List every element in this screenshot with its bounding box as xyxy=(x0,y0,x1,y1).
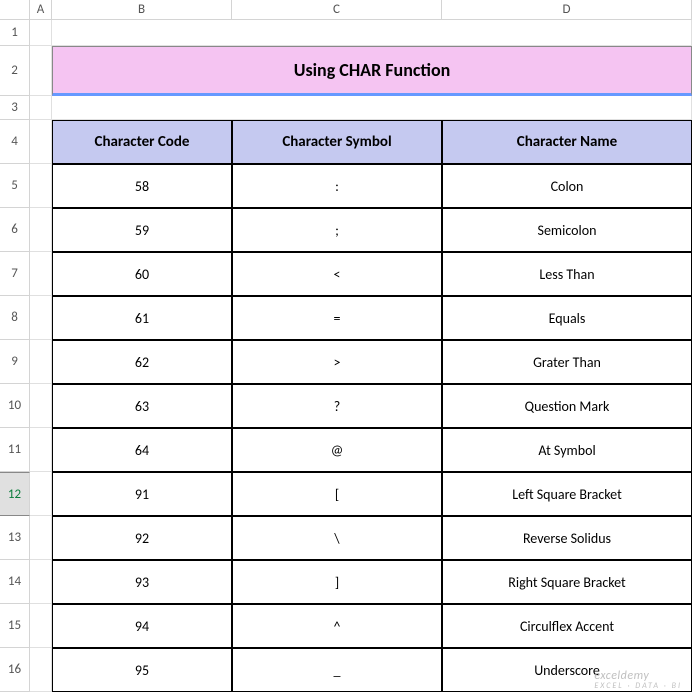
row-header-13[interactable]: 13 xyxy=(0,516,30,560)
row-header-12[interactable]: 12 xyxy=(0,472,30,516)
cell-symbol[interactable]: < xyxy=(232,252,442,296)
cell-a9[interactable] xyxy=(30,340,52,384)
row-header-7[interactable]: 7 xyxy=(0,252,30,296)
cell-a13[interactable] xyxy=(30,516,52,560)
cell-code[interactable]: 91 xyxy=(52,472,232,516)
cell-name[interactable]: Reverse Solidus xyxy=(442,516,692,560)
row-header-16[interactable]: 16 xyxy=(0,648,30,692)
row-header-15[interactable]: 15 xyxy=(0,604,30,648)
row-header-6[interactable]: 6 xyxy=(0,208,30,252)
cell-a11[interactable] xyxy=(30,428,52,472)
cell-code[interactable]: 63 xyxy=(52,384,232,428)
cell-symbol[interactable]: ^ xyxy=(232,604,442,648)
row-header-11[interactable]: 11 xyxy=(0,428,30,472)
row-header-14[interactable]: 14 xyxy=(0,560,30,604)
cell-name[interactable]: Underscore xyxy=(442,648,692,692)
cell-code[interactable]: 95 xyxy=(52,648,232,692)
col-header-c[interactable]: C xyxy=(232,0,442,20)
row-header-3[interactable]: 3 xyxy=(0,96,30,120)
cell-symbol[interactable]: ? xyxy=(232,384,442,428)
cell-name[interactable]: Grater Than xyxy=(442,340,692,384)
cell-name[interactable]: Right Square Bracket xyxy=(442,560,692,604)
cell-name[interactable]: Question Mark xyxy=(442,384,692,428)
cell-code[interactable]: 92 xyxy=(52,516,232,560)
cell-symbol[interactable]: @ xyxy=(232,428,442,472)
cell-name[interactable]: Left Square Bracket xyxy=(442,472,692,516)
cell-row3[interactable] xyxy=(52,96,692,120)
cell-a6[interactable] xyxy=(30,208,52,252)
row-header-2[interactable]: 2 xyxy=(0,46,30,96)
header-symbol[interactable]: Character Symbol xyxy=(232,120,442,164)
cell-symbol[interactable]: > xyxy=(232,340,442,384)
cell-symbol[interactable]: [ xyxy=(232,472,442,516)
cell-symbol[interactable]: : xyxy=(232,164,442,208)
row-header-4[interactable]: 4 xyxy=(0,120,30,164)
cell-a15[interactable] xyxy=(30,604,52,648)
cell-code[interactable]: 58 xyxy=(52,164,232,208)
col-header-b[interactable]: B xyxy=(52,0,232,20)
cell-symbol[interactable]: ] xyxy=(232,560,442,604)
cell-a4[interactable] xyxy=(30,120,52,164)
cell-code[interactable]: 59 xyxy=(52,208,232,252)
cell-name[interactable]: Semicolon xyxy=(442,208,692,252)
col-header-d[interactable]: D xyxy=(442,0,692,20)
cell-symbol[interactable]: \ xyxy=(232,516,442,560)
cell-a3[interactable] xyxy=(30,96,52,120)
cell-code[interactable]: 61 xyxy=(52,296,232,340)
cell-symbol[interactable]: = xyxy=(232,296,442,340)
select-all-corner[interactable] xyxy=(0,0,30,20)
header-name[interactable]: Character Name xyxy=(442,120,692,164)
header-code[interactable]: Character Code xyxy=(52,120,232,164)
title-cell[interactable]: Using CHAR Function xyxy=(52,46,692,96)
cell-symbol[interactable]: ; xyxy=(232,208,442,252)
cell-name[interactable]: Less Than xyxy=(442,252,692,296)
cell-a12[interactable] xyxy=(30,472,52,516)
row-header-1[interactable]: 1 xyxy=(0,20,30,46)
row-header-9[interactable]: 9 xyxy=(0,340,30,384)
cell-a8[interactable] xyxy=(30,296,52,340)
row-header-8[interactable]: 8 xyxy=(0,296,30,340)
col-header-a[interactable]: A xyxy=(30,0,52,20)
cell-a7[interactable] xyxy=(30,252,52,296)
cell-a5[interactable] xyxy=(30,164,52,208)
spreadsheet-grid: A B C D 1 2 Using CHAR Function 3 4 Char… xyxy=(0,0,692,692)
cell-name[interactable]: At Symbol xyxy=(442,428,692,472)
cell-symbol[interactable]: _ xyxy=(232,648,442,692)
cell-a14[interactable] xyxy=(30,560,52,604)
cell-row1[interactable] xyxy=(52,20,692,46)
cell-code[interactable]: 62 xyxy=(52,340,232,384)
cell-name[interactable]: Colon xyxy=(442,164,692,208)
cell-code[interactable]: 60 xyxy=(52,252,232,296)
cell-code[interactable]: 64 xyxy=(52,428,232,472)
row-header-5[interactable]: 5 xyxy=(0,164,30,208)
cell-name[interactable]: Circulflex Accent xyxy=(442,604,692,648)
cell-code[interactable]: 93 xyxy=(52,560,232,604)
row-header-10[interactable]: 10 xyxy=(0,384,30,428)
cell-a10[interactable] xyxy=(30,384,52,428)
cell-name[interactable]: Equals xyxy=(442,296,692,340)
cell-code[interactable]: 94 xyxy=(52,604,232,648)
cell-a1[interactable] xyxy=(30,20,52,46)
cell-a2[interactable] xyxy=(30,46,52,96)
cell-a16[interactable] xyxy=(30,648,52,692)
